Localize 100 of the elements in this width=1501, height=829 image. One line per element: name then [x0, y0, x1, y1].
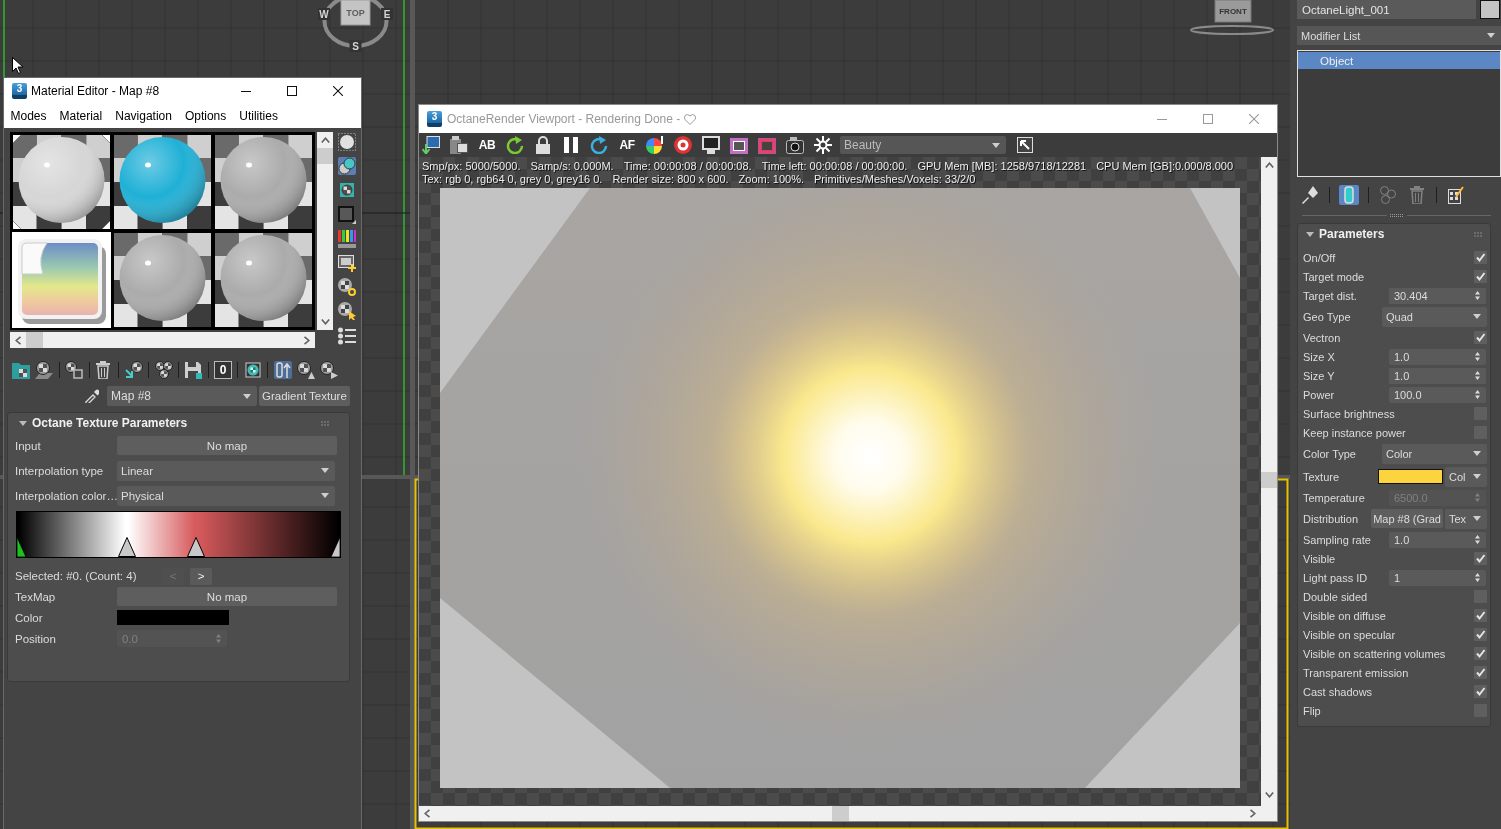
material-sphere-slot[interactable] [113, 232, 212, 328]
compass-label[interactable]: W [319, 9, 329, 20]
gear-icon[interactable] [814, 136, 832, 154]
eyedropper-icon[interactable] [85, 389, 99, 403]
material-sphere-slot[interactable] [214, 232, 313, 328]
checker-icon[interactable] [338, 181, 356, 200]
map-type-button[interactable]: Gradient Texture [259, 386, 350, 406]
close-icon[interactable] [333, 86, 343, 96]
menu-item[interactable]: Utilities [232, 109, 285, 123]
checkbox[interactable] [1474, 628, 1487, 641]
grip-icon[interactable] [321, 420, 329, 426]
caret-icon[interactable] [1473, 451, 1481, 456]
spinner-field[interactable]: 1 [1389, 569, 1486, 586]
minimize-icon[interactable] [241, 90, 251, 92]
list-icon[interactable] [338, 326, 356, 345]
scrollbar-thumb[interactable] [1261, 472, 1277, 488]
modifier-list-dropdown[interactable]: Modifier List [1297, 26, 1501, 45]
sphere-icon[interactable] [338, 133, 356, 151]
material-sphere-slot[interactable] [113, 134, 212, 230]
color-bars-icon[interactable] [338, 229, 356, 248]
pin-icon[interactable] [1302, 186, 1318, 204]
checkbox[interactable] [1474, 331, 1487, 344]
object-color-swatch[interactable] [1480, 0, 1500, 19]
refresh-icon[interactable] [590, 136, 608, 154]
spinner-arrows-icon[interactable] [1475, 371, 1480, 380]
gradient-stop-marker[interactable] [331, 537, 340, 557]
caret-icon[interactable] [321, 493, 329, 498]
clipboard-icon[interactable] [450, 136, 468, 154]
spinner-arrows-icon[interactable] [1475, 535, 1480, 544]
gradient-stop-marker[interactable] [187, 537, 206, 557]
rollout-title[interactable]: Octane Texture Parameters [32, 416, 188, 430]
gradient-stop-marker[interactable] [117, 537, 136, 557]
spinner-arrows-icon[interactable] [1475, 291, 1480, 300]
scrollbar-thumb[interactable] [317, 148, 333, 164]
caret-icon[interactable] [1473, 314, 1481, 319]
film-plus-icon[interactable] [338, 253, 356, 272]
dropdown[interactable]: Beauty [840, 136, 1006, 154]
fit-view-icon[interactable] [1017, 137, 1033, 153]
dropdown[interactable]: Map #8 [107, 386, 257, 406]
view-cube-drawing[interactable] [318, 0, 393, 52]
map-button[interactable]: No map [117, 587, 337, 606]
spinner-field[interactable]: 1.0 [1389, 531, 1486, 548]
sphere-plane-icon[interactable] [35, 361, 54, 379]
menu-item[interactable]: Modes [4, 109, 54, 123]
dropdown[interactable]: Color [1382, 443, 1487, 464]
sphere-arrows-icon[interactable] [124, 361, 143, 379]
menu-item[interactable]: Options [178, 109, 233, 123]
camera-icon[interactable] [786, 136, 804, 154]
caret-icon[interactable] [1473, 474, 1481, 479]
scrollbar-thumb[interactable] [26, 332, 43, 348]
configure-icon[interactable] [1448, 186, 1464, 204]
dropdown[interactable]: Physical [117, 485, 335, 506]
sphere-cursor-icon[interactable] [338, 302, 356, 321]
checkbox[interactable] [1474, 270, 1487, 283]
spinner-arrows-icon[interactable] [1475, 390, 1480, 399]
spinner-field[interactable]: 30.404 [1389, 287, 1486, 304]
caret-icon[interactable] [992, 142, 1000, 148]
checkbox[interactable] [1474, 666, 1487, 679]
export-image-icon[interactable] [422, 136, 440, 154]
spinner-field[interactable]: 1.0 [1389, 348, 1486, 365]
restart-icon[interactable] [506, 136, 524, 154]
sphere-arrow-icon[interactable] [297, 361, 316, 379]
map-button[interactable]: Map #8 (Grad [1371, 509, 1443, 528]
maximize-icon[interactable] [287, 86, 297, 96]
material-sphere-slot[interactable] [214, 134, 313, 230]
sphere-gear-icon[interactable] [338, 278, 356, 297]
toolbar-button[interactable]: AF [618, 138, 636, 152]
grip-icon[interactable] [1389, 213, 1404, 217]
scroll-down-icon[interactable] [320, 319, 330, 325]
triangle-icon[interactable] [1306, 231, 1314, 237]
color-swatch[interactable] [117, 610, 229, 625]
checkbox[interactable] [1474, 685, 1487, 698]
material-sphere-slot[interactable] [12, 134, 111, 230]
object-name-field[interactable]: OctaneLight_001 [1297, 0, 1476, 19]
checkbox[interactable] [1474, 552, 1487, 565]
scroll-right-icon[interactable] [1250, 809, 1256, 818]
two-spheres-icon[interactable] [338, 157, 356, 176]
tube-icon[interactable] [1341, 186, 1357, 204]
gradient-stop-marker[interactable] [17, 537, 26, 557]
dropdown[interactable]: Tex [1445, 508, 1487, 529]
scroll-left-icon[interactable] [15, 335, 21, 345]
scroll-left-icon[interactable] [424, 809, 430, 818]
square-icon[interactable] [338, 205, 356, 224]
monitor-icon[interactable] [702, 136, 720, 154]
sphere-box-icon[interactable] [65, 361, 84, 379]
spinner-field[interactable]: 100.0 [1389, 386, 1486, 403]
spinner-arrows-icon[interactable] [1475, 573, 1480, 582]
dropdown[interactable]: Quad [1382, 306, 1487, 327]
spinner-arrows-icon[interactable] [1475, 352, 1480, 361]
horizontal-scrollbar[interactable] [10, 332, 315, 348]
menu-item[interactable]: Material [53, 109, 109, 123]
scroll-right-icon[interactable] [304, 335, 310, 345]
frame-icon[interactable] [730, 136, 748, 154]
checkbox[interactable] [1474, 251, 1487, 264]
spheres-icon[interactable] [154, 361, 173, 379]
checkbox[interactable] [1474, 647, 1487, 660]
scroll-up-icon[interactable] [320, 137, 330, 143]
view-cube-drawing[interactable] [1190, 0, 1274, 35]
color-wheel-icon[interactable] [646, 136, 664, 154]
padlock-icon[interactable] [534, 136, 552, 154]
